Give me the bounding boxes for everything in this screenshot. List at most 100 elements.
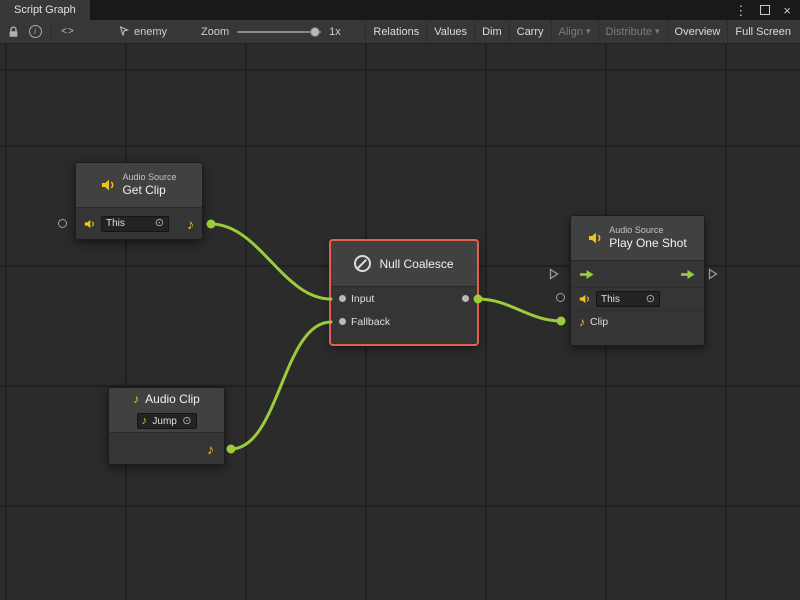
- input-port-label: Input: [351, 293, 374, 305]
- window-controls: ⋮ ×: [734, 0, 800, 20]
- tab-title: Script Graph: [14, 4, 76, 16]
- audio-clip-value: Jump: [152, 416, 176, 427]
- flow-output-triangle-port[interactable]: [708, 268, 718, 280]
- distribute-button[interactable]: Distribute▾: [598, 20, 667, 43]
- node-title: Get Clip: [122, 183, 165, 197]
- play-one-shot-clip-row: ♪ Clip: [571, 310, 704, 333]
- code-icon[interactable]: <>: [57, 21, 79, 43]
- zoom-label: Zoom: [201, 26, 229, 38]
- audio-source-icon: [84, 219, 96, 229]
- lock-icon[interactable]: [2, 21, 24, 43]
- null-coalesce-icon: [354, 255, 371, 272]
- audio-clip-value-row: ♪ Jump ⊙: [109, 410, 224, 433]
- zoom-control: Zoom 1x: [201, 26, 341, 38]
- zoom-slider-knob[interactable]: [310, 27, 320, 37]
- tab-bar: Script Graph ⋮ ×: [0, 0, 800, 20]
- node-get-clip[interactable]: Audio Source Get Clip This ⊙ ♪: [75, 162, 203, 240]
- target-object-field[interactable]: This ⊙: [596, 291, 660, 307]
- overview-button[interactable]: Overview: [667, 20, 728, 43]
- graph-canvas[interactable]: Audio Source Get Clip This ⊙ ♪: [0, 44, 800, 600]
- wire-getclip-to-input[interactable]: [211, 224, 331, 299]
- toolbar: <> enemy Zoom 1x Relations Values Dim Ca…: [0, 20, 800, 44]
- close-icon[interactable]: ×: [783, 4, 791, 17]
- audio-clip-icon: ♪: [142, 416, 148, 427]
- node-get-clip-header: Audio Source Get Clip: [76, 163, 202, 208]
- full-screen-button[interactable]: Full Screen: [727, 20, 798, 43]
- audio-source-icon: [101, 179, 116, 191]
- play-one-shot-clip-input-port-dot[interactable]: [557, 317, 566, 326]
- audio-clip-icon: ♪: [133, 393, 139, 405]
- pointer-icon: [119, 26, 129, 38]
- node-get-clip-target-row: This ⊙ ♪: [76, 208, 202, 239]
- dim-button[interactable]: Dim: [474, 20, 509, 43]
- audio-clip-field[interactable]: ♪ Jump ⊙: [137, 413, 197, 429]
- script-graph-window: Script Graph ⋮ × <> enemy Zoom: [0, 0, 800, 600]
- chevron-down-icon: ▾: [655, 26, 660, 37]
- node-category: Audio Source: [609, 225, 663, 236]
- object-picker-icon[interactable]: ⊙: [182, 416, 191, 427]
- toolbar-separator: [51, 25, 52, 39]
- target-object-value: This: [106, 218, 125, 229]
- maximize-glyph: [760, 5, 770, 15]
- align-button[interactable]: Align▾: [551, 20, 598, 43]
- graph-reference[interactable]: enemy: [119, 26, 167, 38]
- zoom-slider[interactable]: [237, 31, 321, 33]
- null-coalesce-input-row: Input: [331, 287, 477, 310]
- get-clip-target-input-port[interactable]: [58, 219, 67, 228]
- audio-source-icon: [588, 232, 603, 244]
- dim-label: Dim: [482, 26, 502, 38]
- flow-out-arrow-icon[interactable]: [680, 269, 696, 280]
- carry-label: Carry: [517, 26, 544, 38]
- fallback-port[interactable]: [339, 318, 346, 325]
- node-title: Null Coalesce: [379, 257, 453, 271]
- node-get-clip-titles: Audio Source Get Clip: [122, 172, 176, 197]
- node-null-coalesce-header: Null Coalesce: [331, 241, 477, 287]
- audio-clip-output-row: ♪: [109, 433, 224, 464]
- flow-in-arrow-icon[interactable]: [579, 269, 595, 280]
- carry-button[interactable]: Carry: [509, 20, 551, 43]
- clip-output-port[interactable]: ♪: [187, 217, 194, 231]
- chevron-down-icon: ▾: [586, 26, 591, 37]
- relations-button[interactable]: Relations: [365, 20, 426, 43]
- audio-clip-output-port-dot[interactable]: [227, 445, 236, 454]
- node-null-coalesce[interactable]: Null Coalesce Input Fallback: [330, 240, 478, 345]
- tab-script-graph[interactable]: Script Graph: [0, 0, 90, 20]
- maximize-icon[interactable]: [760, 4, 770, 17]
- result-output-port[interactable]: [462, 295, 469, 302]
- node-footer: [571, 333, 704, 345]
- node-title: Audio Clip: [145, 392, 200, 406]
- wire-null-to-clip[interactable]: [478, 299, 561, 321]
- play-one-shot-target-input-port[interactable]: [556, 293, 565, 302]
- menu-icon[interactable]: ⋮: [734, 4, 747, 17]
- control-flow-row: [571, 261, 704, 287]
- node-play-one-shot[interactable]: Audio Source Play One Shot: [570, 215, 705, 346]
- node-audio-clip[interactable]: ♪ Audio Clip ♪ Jump ⊙ ♪: [108, 387, 225, 465]
- relations-label: Relations: [373, 26, 419, 38]
- node-play-one-shot-header: Audio Source Play One Shot: [571, 216, 704, 261]
- info-icon[interactable]: [24, 21, 46, 43]
- distribute-label: Distribute: [606, 26, 652, 38]
- get-clip-output-port-dot[interactable]: [207, 220, 216, 229]
- input-port[interactable]: [339, 295, 346, 302]
- tab-bar-spacer: [90, 0, 735, 20]
- target-object-field[interactable]: This ⊙: [101, 216, 169, 232]
- overview-label: Overview: [675, 26, 721, 38]
- graph-name-label: enemy: [134, 26, 167, 38]
- node-footer: [331, 333, 477, 344]
- flow-input-triangle-port[interactable]: [549, 268, 559, 280]
- object-picker-icon[interactable]: ⊙: [155, 218, 164, 229]
- wire-audioclip-to-fallback[interactable]: [231, 322, 331, 449]
- play-one-shot-target-row: This ⊙: [571, 287, 704, 310]
- values-label: Values: [434, 26, 467, 38]
- clip-output-port[interactable]: ♪: [207, 442, 214, 456]
- node-audio-clip-header: ♪ Audio Clip: [109, 388, 224, 410]
- audio-source-icon: [579, 294, 591, 304]
- values-button[interactable]: Values: [426, 20, 474, 43]
- object-picker-icon[interactable]: ⊙: [646, 294, 655, 305]
- toolbar-buttons: Relations Values Dim Carry Align▾ Distri…: [365, 20, 798, 43]
- target-object-value: This: [601, 294, 620, 305]
- full-screen-label: Full Screen: [735, 26, 791, 38]
- null-coalesce-fallback-row: Fallback: [331, 310, 477, 333]
- info-glyph: [29, 25, 42, 38]
- node-play-one-shot-titles: Audio Source Play One Shot: [609, 225, 686, 250]
